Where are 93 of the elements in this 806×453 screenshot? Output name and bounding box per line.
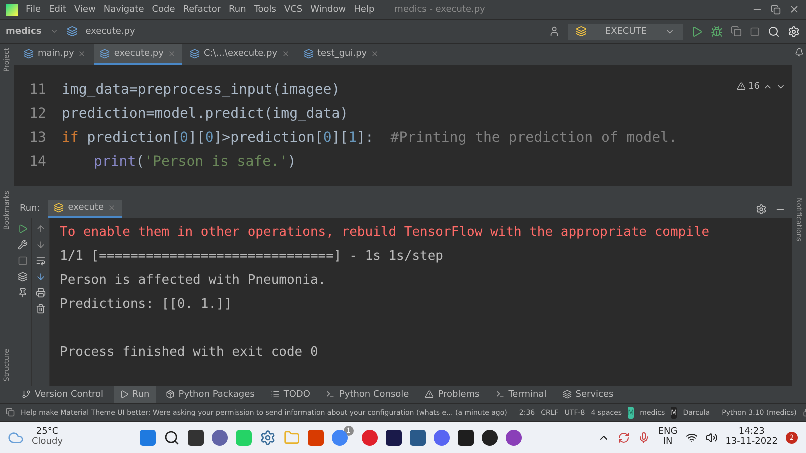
scroll-to-end-icon[interactable] — [36, 272, 46, 282]
microphone-icon[interactable] — [638, 432, 650, 444]
editor-tab[interactable]: execute.py — [94, 44, 182, 65]
code-token: 'Person is safe.' — [144, 154, 288, 170]
settings-icon[interactable] — [756, 204, 767, 214]
code-token: img_data=preprocess_input(imagee) — [62, 82, 340, 98]
search-icon[interactable] — [164, 430, 180, 446]
code-token: ][ — [332, 130, 349, 146]
tool-window-tab[interactable]: Python Console — [320, 386, 416, 403]
close-icon — [282, 50, 290, 58]
console-line: Process finished with exit code 0 — [60, 344, 320, 362]
project-name[interactable]: medics — [6, 26, 42, 36]
volume-icon[interactable] — [706, 432, 718, 444]
language-indicator[interactable]: ENG IN — [658, 428, 678, 448]
execute-tab[interactable]: execute — [48, 200, 122, 218]
tool-window-tab[interactable]: Version Control — [16, 386, 110, 403]
menu-item[interactable]: File — [26, 4, 42, 14]
code-token: ]>prediction[ — [214, 130, 324, 146]
code-token: prediction=model.predict(img_data) — [62, 106, 349, 122]
search-icon[interactable] — [768, 26, 780, 38]
menu-item[interactable]: Window — [310, 4, 346, 14]
close-icon — [168, 50, 176, 58]
tool-window-tab[interactable]: Run — [114, 386, 156, 403]
clock[interactable]: 14:23 13-11-2022 — [726, 428, 778, 448]
sync-icon[interactable] — [618, 432, 630, 444]
tool-window-tab[interactable]: Terminal — [490, 386, 553, 403]
close-icon — [108, 204, 116, 212]
soft-wrap-icon[interactable] — [36, 256, 46, 266]
code-token: 0 — [180, 130, 188, 146]
menu-item[interactable]: Refactor — [183, 4, 222, 14]
down-arrow-icon[interactable] — [36, 240, 46, 250]
code-token: if — [62, 130, 80, 146]
code-token: ][ — [188, 130, 206, 146]
line-number: 14 — [30, 153, 46, 172]
tool-window-tab[interactable]: Python Packages — [160, 386, 261, 403]
editor-tab[interactable]: test_gui.py — [298, 44, 386, 65]
close-icon[interactable] — [789, 4, 800, 15]
warning-icon — [736, 82, 746, 91]
close-icon — [78, 50, 86, 58]
code-token: 0 — [205, 130, 214, 146]
run-icon[interactable] — [691, 26, 703, 38]
code-token: ) — [288, 154, 296, 170]
editor-tab[interactable]: C:\...\execute.py — [184, 44, 296, 65]
settings-icon[interactable] — [260, 430, 276, 446]
menu-item[interactable]: VCS — [284, 4, 303, 14]
window-title: medics - execute.py — [394, 4, 486, 14]
trash-icon[interactable] — [36, 304, 46, 314]
line-number: 13 — [30, 129, 46, 148]
code-token: 0 — [323, 130, 332, 146]
code-token: #Printing the prediction of model. — [390, 130, 678, 146]
menu-item[interactable]: Tools — [254, 4, 276, 14]
code-token: ( — [136, 154, 145, 170]
console-line: 1/1 [==============================] - 1s 1s/step — [60, 248, 445, 266]
run-configuration-dropdown[interactable]: EXECUTE — [568, 24, 683, 40]
app-logo-icon — [6, 4, 18, 16]
notifications-icon[interactable] — [794, 48, 804, 57]
breadcrumb-file[interactable]: execute.py — [86, 26, 136, 36]
line-number: 11 — [30, 81, 46, 100]
wrench-icon[interactable] — [18, 240, 28, 250]
weather-condition: Cloudy — [32, 438, 64, 448]
code-token: prediction[ — [87, 130, 180, 146]
up-arrow-icon[interactable] — [36, 224, 46, 234]
line-number: 12 — [30, 105, 46, 124]
menu-item[interactable]: Run — [229, 4, 246, 14]
code-token: 1 — [348, 130, 358, 146]
temperature: 25°C — [36, 428, 59, 437]
pin-icon[interactable] — [18, 288, 28, 298]
stop-icon[interactable] — [18, 256, 28, 266]
wifi-icon[interactable] — [686, 432, 698, 444]
restore-icon[interactable] — [771, 4, 781, 14]
user-icon[interactable] — [549, 26, 560, 37]
warning-count: 16 — [748, 82, 760, 92]
menu-item[interactable]: Navigate — [104, 4, 144, 14]
menu-item[interactable]: Help — [354, 4, 375, 14]
debug-icon[interactable] — [711, 26, 723, 38]
print-icon[interactable] — [36, 288, 46, 298]
console-line: To enable them in other operations, rebuild TensorFlow with the appropriate compile — [60, 224, 711, 242]
tool-window-tab[interactable]: Services — [556, 386, 620, 403]
code-token: print — [94, 154, 136, 170]
rerun-icon[interactable] — [18, 224, 28, 234]
menu-item[interactable]: Code — [152, 4, 176, 14]
tool-window-tab[interactable]: Problems — [419, 386, 486, 403]
console-line: Person is affected with Pneumonia. — [60, 272, 328, 290]
menu-item[interactable]: View — [74, 4, 96, 14]
cloud-icon — [8, 430, 24, 446]
tool-window-tab[interactable]: TODO — [264, 386, 316, 403]
run-label: Run: — [20, 204, 40, 214]
close-icon — [371, 50, 380, 58]
menu-item[interactable]: Edit — [49, 4, 66, 14]
console-line: Predictions: [[0. 1.]] — [60, 296, 234, 314]
code-token: ]: — [357, 130, 375, 146]
editor-tab[interactable]: main.py — [18, 44, 92, 65]
stop-icon[interactable] — [750, 26, 760, 36]
